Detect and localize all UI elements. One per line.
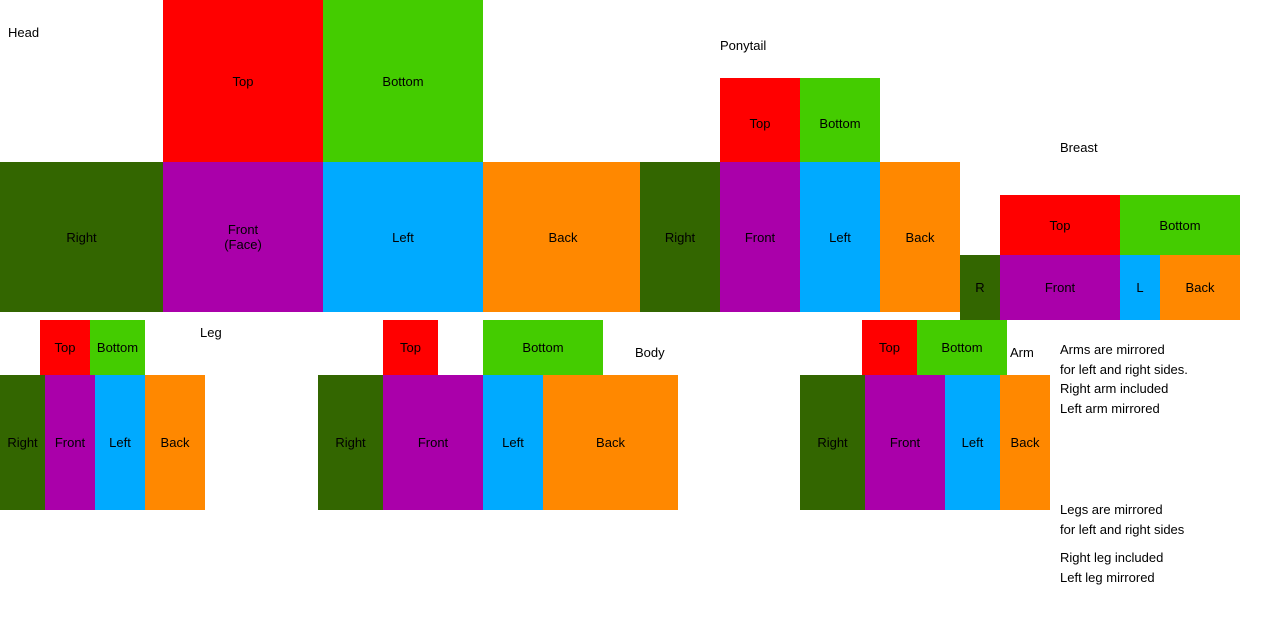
body-label: Body xyxy=(635,345,665,360)
head-back-block: Back xyxy=(483,162,643,312)
arm-right-block: Right xyxy=(800,375,865,510)
ponytail-back-block: Back xyxy=(880,162,960,312)
leg-right-block: Right xyxy=(0,375,45,510)
breast-label: Breast xyxy=(1060,140,1098,155)
leg-label: Leg xyxy=(200,325,222,340)
breast-back-block: Back xyxy=(1160,255,1240,320)
leg2-bottom-block: Bottom xyxy=(483,320,603,375)
leg2-back-block: Back xyxy=(543,375,678,510)
leg-front-block: Front xyxy=(45,375,95,510)
arm-top-block: Top xyxy=(862,320,917,375)
ponytail-right-block: Right xyxy=(640,162,720,312)
arm-bottom-block: Bottom xyxy=(917,320,1007,375)
leg-left-block: Left xyxy=(95,375,145,510)
ponytail-left-block: Left xyxy=(800,162,880,312)
head-label: Head xyxy=(8,25,39,40)
main-container: Head Top Bottom Right Front (Face) Left … xyxy=(0,0,1280,640)
leg2-left-block: Left xyxy=(483,375,543,510)
arm-label: Arm xyxy=(1010,345,1034,360)
leg-top-block: Top xyxy=(40,320,90,375)
leg-bottom-block: Bottom xyxy=(90,320,145,375)
legs-note2: Right leg included Left leg mirrored xyxy=(1060,548,1163,587)
leg2-front-block: Front xyxy=(383,375,483,510)
breast-bottom-block: Bottom xyxy=(1120,195,1240,255)
ponytail-front-block: Front xyxy=(720,162,800,312)
leg2-top-block: Top xyxy=(383,320,438,375)
ponytail-label: Ponytail xyxy=(720,38,766,53)
breast-front-block: Front xyxy=(1000,255,1120,320)
leg2-right-block: Right xyxy=(318,375,383,510)
head-bottom-block: Bottom xyxy=(323,0,483,162)
breast-r-block: R xyxy=(960,255,1000,320)
head-left-block: Left xyxy=(323,162,483,312)
head-front-block: Front (Face) xyxy=(163,162,323,312)
arms-note: Arms are mirrored for left and right sid… xyxy=(1060,340,1188,418)
breast-l-block: L xyxy=(1120,255,1160,320)
ponytail-bottom-block: Bottom xyxy=(800,78,880,168)
head-right-block: Right xyxy=(0,162,163,312)
ponytail-top-block: Top xyxy=(720,78,800,168)
head-top-block: Top xyxy=(163,0,323,162)
leg-back-block: Back xyxy=(145,375,205,510)
breast-top-block: Top xyxy=(1000,195,1120,255)
arm-left-block: Left xyxy=(945,375,1000,510)
arm-front-block: Front xyxy=(865,375,945,510)
legs-note: Legs are mirrored for left and right sid… xyxy=(1060,500,1184,539)
arm-back-block: Back xyxy=(1000,375,1050,510)
